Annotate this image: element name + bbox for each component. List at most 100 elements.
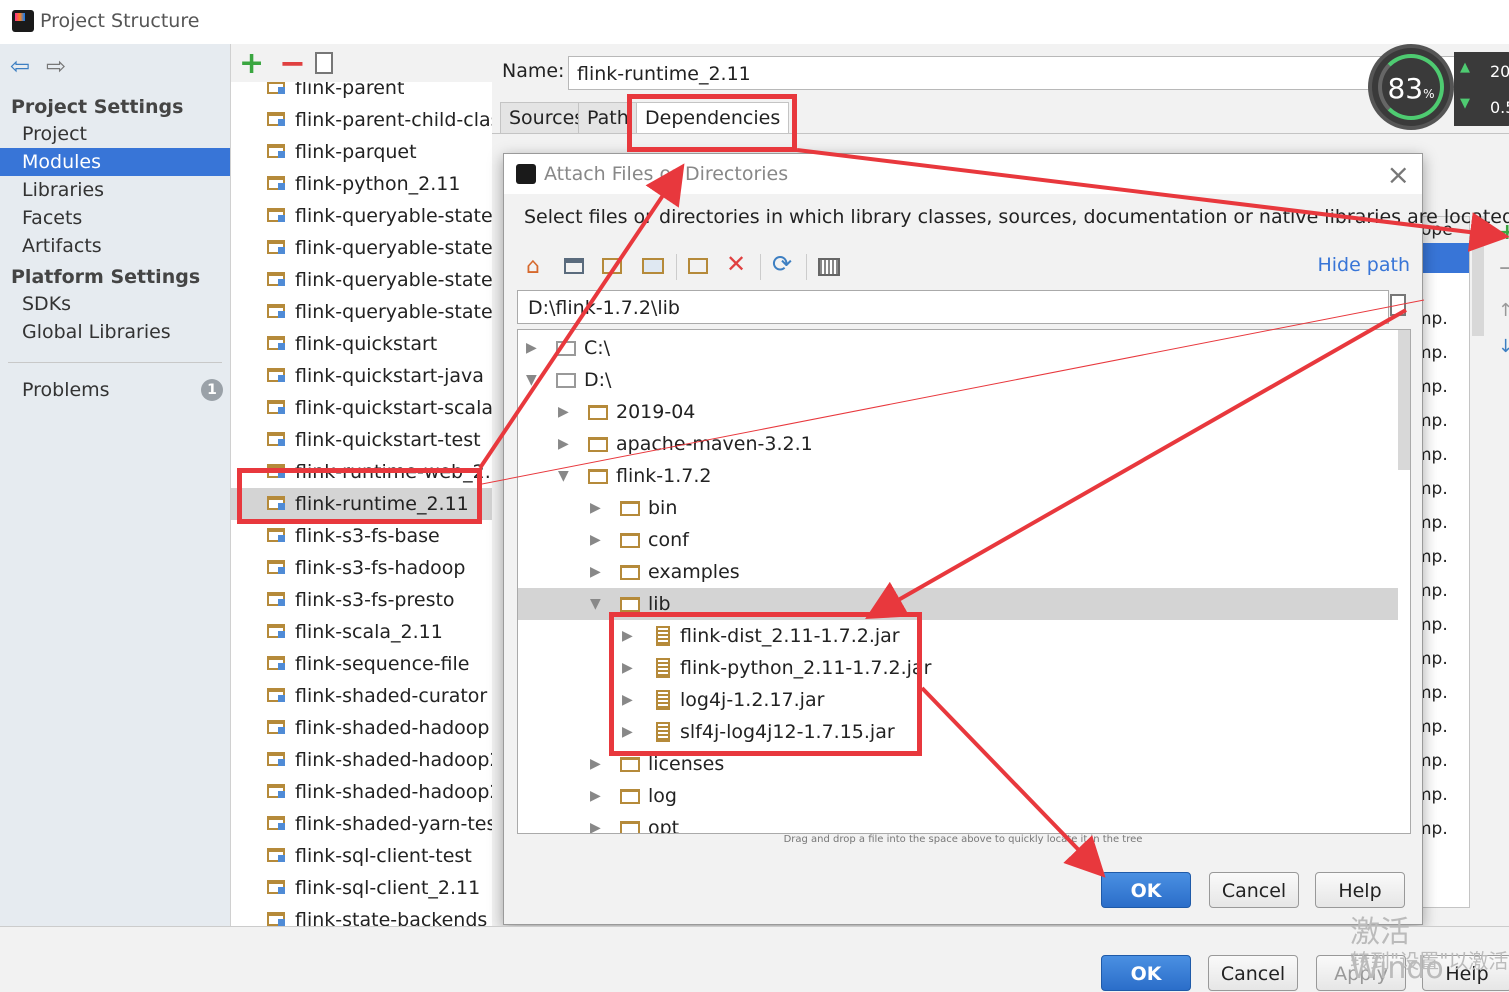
module-folder-icon bbox=[267, 784, 285, 798]
module-label: flink-quickstart-java bbox=[295, 365, 484, 387]
dialog-help-button[interactable]: Help bbox=[1315, 872, 1405, 908]
module-item[interactable]: flink-shaded-hadoop2 bbox=[231, 744, 493, 776]
tree-node-label: D:\ bbox=[584, 369, 612, 391]
tree-node[interactable]: ▶ conf bbox=[518, 524, 1398, 556]
copy-module-icon[interactable] bbox=[315, 52, 333, 74]
home-icon[interactable]: ⌂ bbox=[526, 254, 550, 279]
refresh-icon[interactable]: ⟳ bbox=[772, 250, 796, 278]
collapsed-arrow-icon[interactable]: ▶ bbox=[590, 812, 601, 833]
module-label: flink-scala_2.11 bbox=[295, 621, 443, 643]
tree-node[interactable]: ▶ opt bbox=[518, 812, 1398, 833]
delete-icon[interactable]: ✕ bbox=[726, 250, 750, 278]
remove-dependency-icon[interactable]: − bbox=[1498, 256, 1509, 281]
module-item[interactable]: flink-parquet bbox=[231, 136, 493, 168]
platform-settings-heading: Platform Settings bbox=[11, 266, 201, 288]
path-input[interactable]: D:\flink-1.7.2\lib bbox=[517, 290, 1389, 324]
dependency-scrollbar[interactable] bbox=[1472, 216, 1484, 336]
module-item[interactable]: flink-queryable-state-t bbox=[231, 296, 493, 328]
module-item[interactable]: flink-sequence-file bbox=[231, 648, 493, 680]
module-item[interactable]: flink-queryable-state-r bbox=[231, 264, 493, 296]
sidebar-item-global-libraries[interactable]: Global Libraries bbox=[0, 318, 230, 346]
upload-arrow-icon: ▲ bbox=[1460, 60, 1470, 75]
module-folder-icon bbox=[267, 432, 285, 446]
module-item[interactable]: flink-s3-fs-hadoop bbox=[231, 552, 493, 584]
sidebar-item-project[interactable]: Project bbox=[0, 120, 230, 148]
module-folder-icon bbox=[267, 592, 285, 606]
module-item[interactable]: flink-s3-fs-presto bbox=[231, 584, 493, 616]
module-item[interactable]: flink-queryable-state bbox=[231, 200, 493, 232]
tree-scrollbar[interactable] bbox=[1398, 330, 1410, 470]
module-item[interactable]: flink-quickstart-java bbox=[231, 360, 493, 392]
module-item[interactable]: flink-sql-client-test bbox=[231, 840, 493, 872]
module-item[interactable]: flink-shaded-yarn-tests bbox=[231, 808, 493, 840]
module-item[interactable]: flink-state-backends bbox=[231, 904, 493, 926]
back-arrow-icon[interactable]: ⇦ bbox=[10, 52, 30, 80]
collapsed-arrow-icon[interactable]: ▶ bbox=[558, 428, 569, 460]
close-icon[interactable]: × bbox=[1387, 158, 1410, 191]
add-module-icon[interactable]: + bbox=[239, 46, 264, 81]
collapsed-arrow-icon[interactable]: ▶ bbox=[526, 332, 537, 364]
sidebar-item-facets[interactable]: Facets bbox=[0, 204, 230, 232]
expanded-arrow-icon[interactable]: ▼ bbox=[558, 460, 569, 492]
module-item[interactable]: flink-quickstart-scala bbox=[231, 392, 493, 424]
project-folder-icon[interactable] bbox=[602, 258, 622, 274]
module-folder-icon bbox=[267, 208, 285, 222]
module-item[interactable]: flink-shaded-hadoop2- bbox=[231, 776, 493, 808]
collapsed-arrow-icon[interactable]: ▶ bbox=[558, 396, 569, 428]
folder-icon bbox=[588, 405, 608, 420]
module-item[interactable]: flink-parent bbox=[231, 82, 493, 104]
window-title: Project Structure bbox=[40, 10, 200, 32]
tree-node[interactable]: ▶ bin bbox=[518, 492, 1398, 524]
tree-node[interactable]: ▶ 2019-04 bbox=[518, 396, 1398, 428]
module-item[interactable]: flink-queryable-state-c bbox=[231, 232, 493, 264]
new-folder-icon[interactable] bbox=[688, 258, 708, 274]
module-item[interactable]: flink-python_2.11 bbox=[231, 168, 493, 200]
collapsed-arrow-icon[interactable]: ▶ bbox=[590, 556, 601, 588]
module-folder-icon bbox=[267, 720, 285, 734]
dialog-ok-button[interactable]: OK bbox=[1101, 872, 1191, 908]
collapsed-arrow-icon[interactable]: ▶ bbox=[590, 780, 601, 812]
module-item[interactable]: flink-quickstart-test bbox=[231, 424, 493, 456]
module-item[interactable]: flink-quickstart bbox=[231, 328, 493, 360]
module-item[interactable]: flink-parent-child-class bbox=[231, 104, 493, 136]
module-item[interactable]: flink-sql-client_2.11 bbox=[231, 872, 493, 904]
collapsed-arrow-icon[interactable]: ▶ bbox=[590, 492, 601, 524]
module-name-field[interactable]: flink-runtime_2.11 bbox=[568, 56, 1468, 90]
module-folder-icon[interactable] bbox=[642, 258, 664, 274]
remove-module-icon[interactable]: − bbox=[279, 44, 306, 82]
module-item[interactable]: flink-s3-fs-base bbox=[231, 520, 493, 552]
expanded-arrow-icon[interactable]: ▼ bbox=[526, 364, 537, 396]
expanded-arrow-icon[interactable]: ▼ bbox=[590, 588, 601, 620]
move-down-icon[interactable]: ↓ bbox=[1498, 336, 1509, 357]
tree-node-label: conf bbox=[648, 529, 689, 551]
module-item[interactable]: flink-shaded-curator bbox=[231, 680, 493, 712]
collapsed-arrow-icon[interactable]: ▶ bbox=[590, 524, 601, 556]
name-label: Name: bbox=[502, 60, 565, 82]
sidebar-item-modules[interactable]: Modules bbox=[0, 148, 230, 176]
hide-path-link[interactable]: Hide path bbox=[1317, 254, 1410, 276]
sidebar-item-artifacts[interactable]: Artifacts bbox=[0, 232, 230, 260]
sidebar-item-sdks[interactable]: SDKs bbox=[0, 290, 230, 318]
move-up-icon[interactable]: ↑ bbox=[1498, 300, 1509, 321]
tree-node[interactable]: ▼ D:\ bbox=[518, 364, 1398, 396]
folder-icon bbox=[620, 533, 640, 548]
cancel-button[interactable]: Cancel bbox=[1208, 955, 1298, 991]
module-item[interactable]: flink-scala_2.11 bbox=[231, 616, 493, 648]
folder-icon bbox=[588, 469, 608, 484]
tree-node[interactable]: ▶ C:\ bbox=[518, 332, 1398, 364]
show-hidden-icon[interactable] bbox=[818, 258, 840, 276]
toolbar-separator bbox=[806, 254, 807, 280]
forward-arrow-icon[interactable]: ⇨ bbox=[46, 52, 66, 80]
clipboard-icon[interactable] bbox=[1390, 294, 1406, 316]
tree-node[interactable]: ▼ flink-1.7.2 bbox=[518, 460, 1398, 492]
ok-button[interactable]: OK bbox=[1101, 955, 1191, 991]
module-item[interactable]: flink-shaded-hadoop bbox=[231, 712, 493, 744]
sidebar-item-problems[interactable]: Problems bbox=[0, 376, 230, 404]
dialog-cancel-button[interactable]: Cancel bbox=[1209, 872, 1299, 908]
desktop-icon[interactable] bbox=[564, 258, 584, 274]
sidebar-item-libraries[interactable]: Libraries bbox=[0, 176, 230, 204]
tree-node[interactable]: ▶ examples bbox=[518, 556, 1398, 588]
collapsed-arrow-icon[interactable]: ▶ bbox=[590, 748, 601, 780]
tree-node[interactable]: ▶ apache-maven-3.2.1 bbox=[518, 428, 1398, 460]
tree-node[interactable]: ▶ log bbox=[518, 780, 1398, 812]
